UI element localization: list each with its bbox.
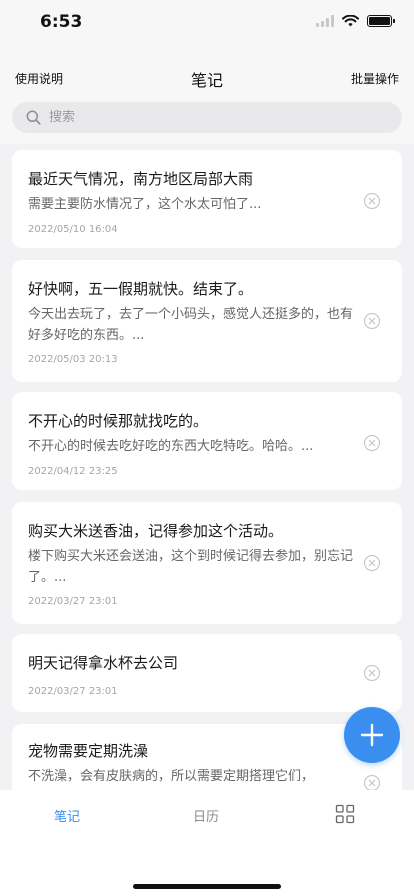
status-icons bbox=[316, 15, 395, 27]
battery-icon bbox=[367, 15, 395, 27]
note-date: 2022/04/12 23:25 bbox=[28, 466, 118, 477]
close-circle-icon[interactable] bbox=[363, 664, 381, 682]
note-card[interactable]: 购买大米送香油，记得参加这个活动。 楼下购买大米还会送油，这个到时候记得去参加，… bbox=[12, 502, 402, 624]
close-circle-icon[interactable] bbox=[363, 434, 381, 452]
close-circle-icon[interactable] bbox=[363, 774, 381, 790]
tab-bar: 笔记 日历 bbox=[0, 790, 414, 896]
close-circle-icon[interactable] bbox=[363, 192, 381, 210]
note-preview: 不开心的时候去吃好吃的东西大吃特吃。哈哈。... bbox=[28, 439, 314, 454]
cellular-signal-icon bbox=[316, 15, 334, 27]
search-input[interactable] bbox=[49, 110, 369, 125]
note-card[interactable]: 最近天气情况，南方地区局部大雨 需要主要防水情况了，这个水太可怕了... 202… bbox=[12, 150, 402, 248]
note-title: 好快啊，五一假期就快。结束了。 bbox=[28, 280, 254, 298]
note-preview: 楼下购买大米还会送油，这个到时候记得去参加，别忘记了。... bbox=[28, 549, 354, 585]
note-date: 2022/03/27 23:01 bbox=[28, 686, 118, 697]
close-circle-icon[interactable] bbox=[363, 312, 381, 330]
status-bar: 6:53 bbox=[0, 0, 414, 46]
note-date: 2022/05/03 20:13 bbox=[28, 354, 118, 365]
plus-icon bbox=[360, 723, 384, 747]
search-bar bbox=[0, 98, 414, 144]
add-note-button[interactable] bbox=[344, 707, 400, 763]
note-list: 最近天气情况，南方地区局部大雨 需要主要防水情况了，这个水太可怕了... 202… bbox=[0, 150, 414, 790]
search-box[interactable] bbox=[12, 102, 402, 133]
home-indicator bbox=[133, 884, 281, 889]
batch-operation-button[interactable]: 批量操作 bbox=[351, 70, 399, 87]
note-title: 购买大米送香油，记得参加这个活动。 bbox=[28, 522, 284, 540]
note-title: 不开心的时候那就找吃的。 bbox=[28, 412, 209, 430]
note-card[interactable]: 明天记得拿水杯去公司 2022/03/27 23:01 bbox=[12, 634, 402, 712]
wifi-icon bbox=[342, 15, 359, 27]
note-title: 最近天气情况，南方地区局部大雨 bbox=[28, 170, 254, 188]
note-preview: 不洗澡，会有皮肤病的，所以需要定期搭理它们， bbox=[28, 769, 315, 784]
note-preview: 需要主要防水情况了，这个水太可怕了... bbox=[28, 197, 262, 212]
tab-notes[interactable]: 笔记 bbox=[54, 806, 80, 825]
note-title: 明天记得拿水杯去公司 bbox=[28, 654, 179, 672]
note-date: 2022/03/27 23:01 bbox=[28, 596, 118, 607]
close-circle-icon[interactable] bbox=[363, 554, 381, 572]
tab-calendar[interactable]: 日历 bbox=[193, 806, 219, 825]
note-preview: 今天出去玩了，去了一个小码头，感觉人还挺多的，也有好多好吃的东西。... bbox=[28, 307, 354, 343]
notes-screen: 6:53 使用说明 笔记 批量操作 搜索 最近天气情况，南方地区局部大雨 需要主… bbox=[0, 0, 414, 896]
note-date: 2022/05/10 16:04 bbox=[28, 224, 118, 235]
grid-icon[interactable] bbox=[335, 804, 355, 824]
note-card[interactable]: 好快啊，五一假期就快。结束了。 今天出去玩了，去了一个小码头，感觉人还挺多的，也… bbox=[12, 260, 402, 382]
nav-header: 使用说明 笔记 批量操作 bbox=[0, 46, 414, 98]
status-time: 6:53 bbox=[40, 12, 83, 32]
note-card[interactable]: 不开心的时候那就找吃的。 不开心的时候去吃好吃的东西大吃特吃。哈哈。... 20… bbox=[12, 392, 402, 490]
search-icon bbox=[26, 110, 41, 125]
note-title: 宠物需要定期洗澡 bbox=[28, 742, 149, 760]
